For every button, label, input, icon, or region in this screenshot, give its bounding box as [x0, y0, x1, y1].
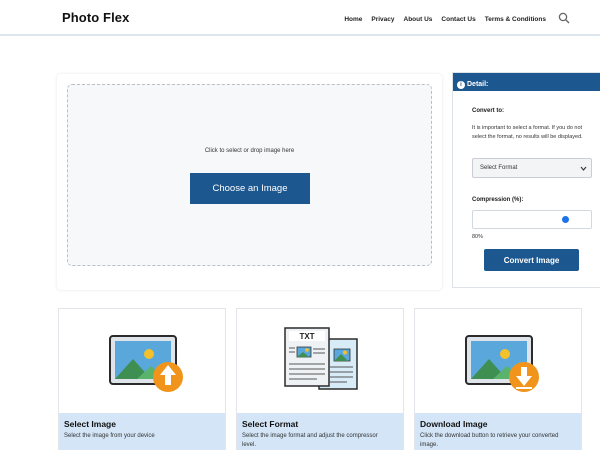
feature-title: Select Format — [242, 419, 299, 429]
chevron-down-icon — [580, 165, 587, 172]
main-nav: Home Privacy About Us Contact Us Terms &… — [335, 11, 570, 25]
info-icon: i — [457, 80, 465, 89]
txt-document-icon: TXT — [237, 309, 403, 413]
format-select-value: Select Format — [480, 165, 518, 171]
detail-header: i Detail: — [453, 73, 600, 91]
nav-contact-us[interactable]: Contact Us — [441, 16, 475, 23]
feature-card-select-image: Select Image Select the image from your … — [58, 308, 226, 450]
convert-to-label: Convert to: — [472, 108, 504, 114]
site-logo[interactable]: Photo Flex — [62, 10, 129, 25]
detail-title: Detail: — [467, 81, 489, 88]
feature-caption: Download Image Click the download button… — [415, 413, 581, 450]
image-download-icon — [415, 309, 581, 413]
feature-desc: Select the image format and adjust the c… — [242, 433, 378, 448]
feature-desc: Click the download button to retrieve yo… — [420, 433, 559, 448]
nav-privacy[interactable]: Privacy — [371, 16, 394, 23]
search-icon[interactable] — [558, 11, 570, 24]
format-select[interactable]: Select Format — [472, 158, 592, 178]
image-dropzone[interactable]: Click to select or drop image here Choos… — [67, 84, 432, 266]
choose-image-button[interactable]: Choose an Image — [190, 173, 310, 204]
compression-value: 80% — [472, 234, 484, 240]
nav-home[interactable]: Home — [344, 16, 362, 23]
slider-thumb[interactable] — [561, 216, 569, 223]
svg-text:TXT: TXT — [299, 332, 314, 341]
compression-slider[interactable] — [472, 210, 592, 229]
detail-panel: i Detail: Convert to: It is important to… — [452, 72, 600, 288]
feature-desc: Select the image from your device — [64, 433, 155, 439]
feature-title: Select Image — [64, 419, 116, 429]
site-header: Photo Flex Home Privacy About Us Contact… — [0, 0, 600, 36]
compression-label: Compression (%): — [472, 197, 524, 203]
feature-title: Download Image — [420, 419, 488, 429]
dropzone-hint: Click to select or drop image here — [204, 148, 295, 154]
convert-image-button[interactable]: Convert Image — [484, 249, 579, 271]
feature-caption: Select Image Select the image from your … — [59, 413, 225, 450]
feature-card-download-image: Download Image Click the download button… — [414, 308, 582, 450]
feature-caption: Select Format Select the image format an… — [237, 413, 403, 450]
nav-about-us[interactable]: About Us — [404, 16, 433, 23]
convert-note: It is important to select a format. If y… — [472, 125, 583, 140]
nav-terms[interactable]: Terms & Conditions — [485, 16, 546, 23]
upload-card: Click to select or drop image here Choos… — [57, 74, 442, 290]
feature-card-select-format: TXT Select Format Select the image forma… — [236, 308, 404, 450]
image-upload-icon — [59, 309, 225, 413]
